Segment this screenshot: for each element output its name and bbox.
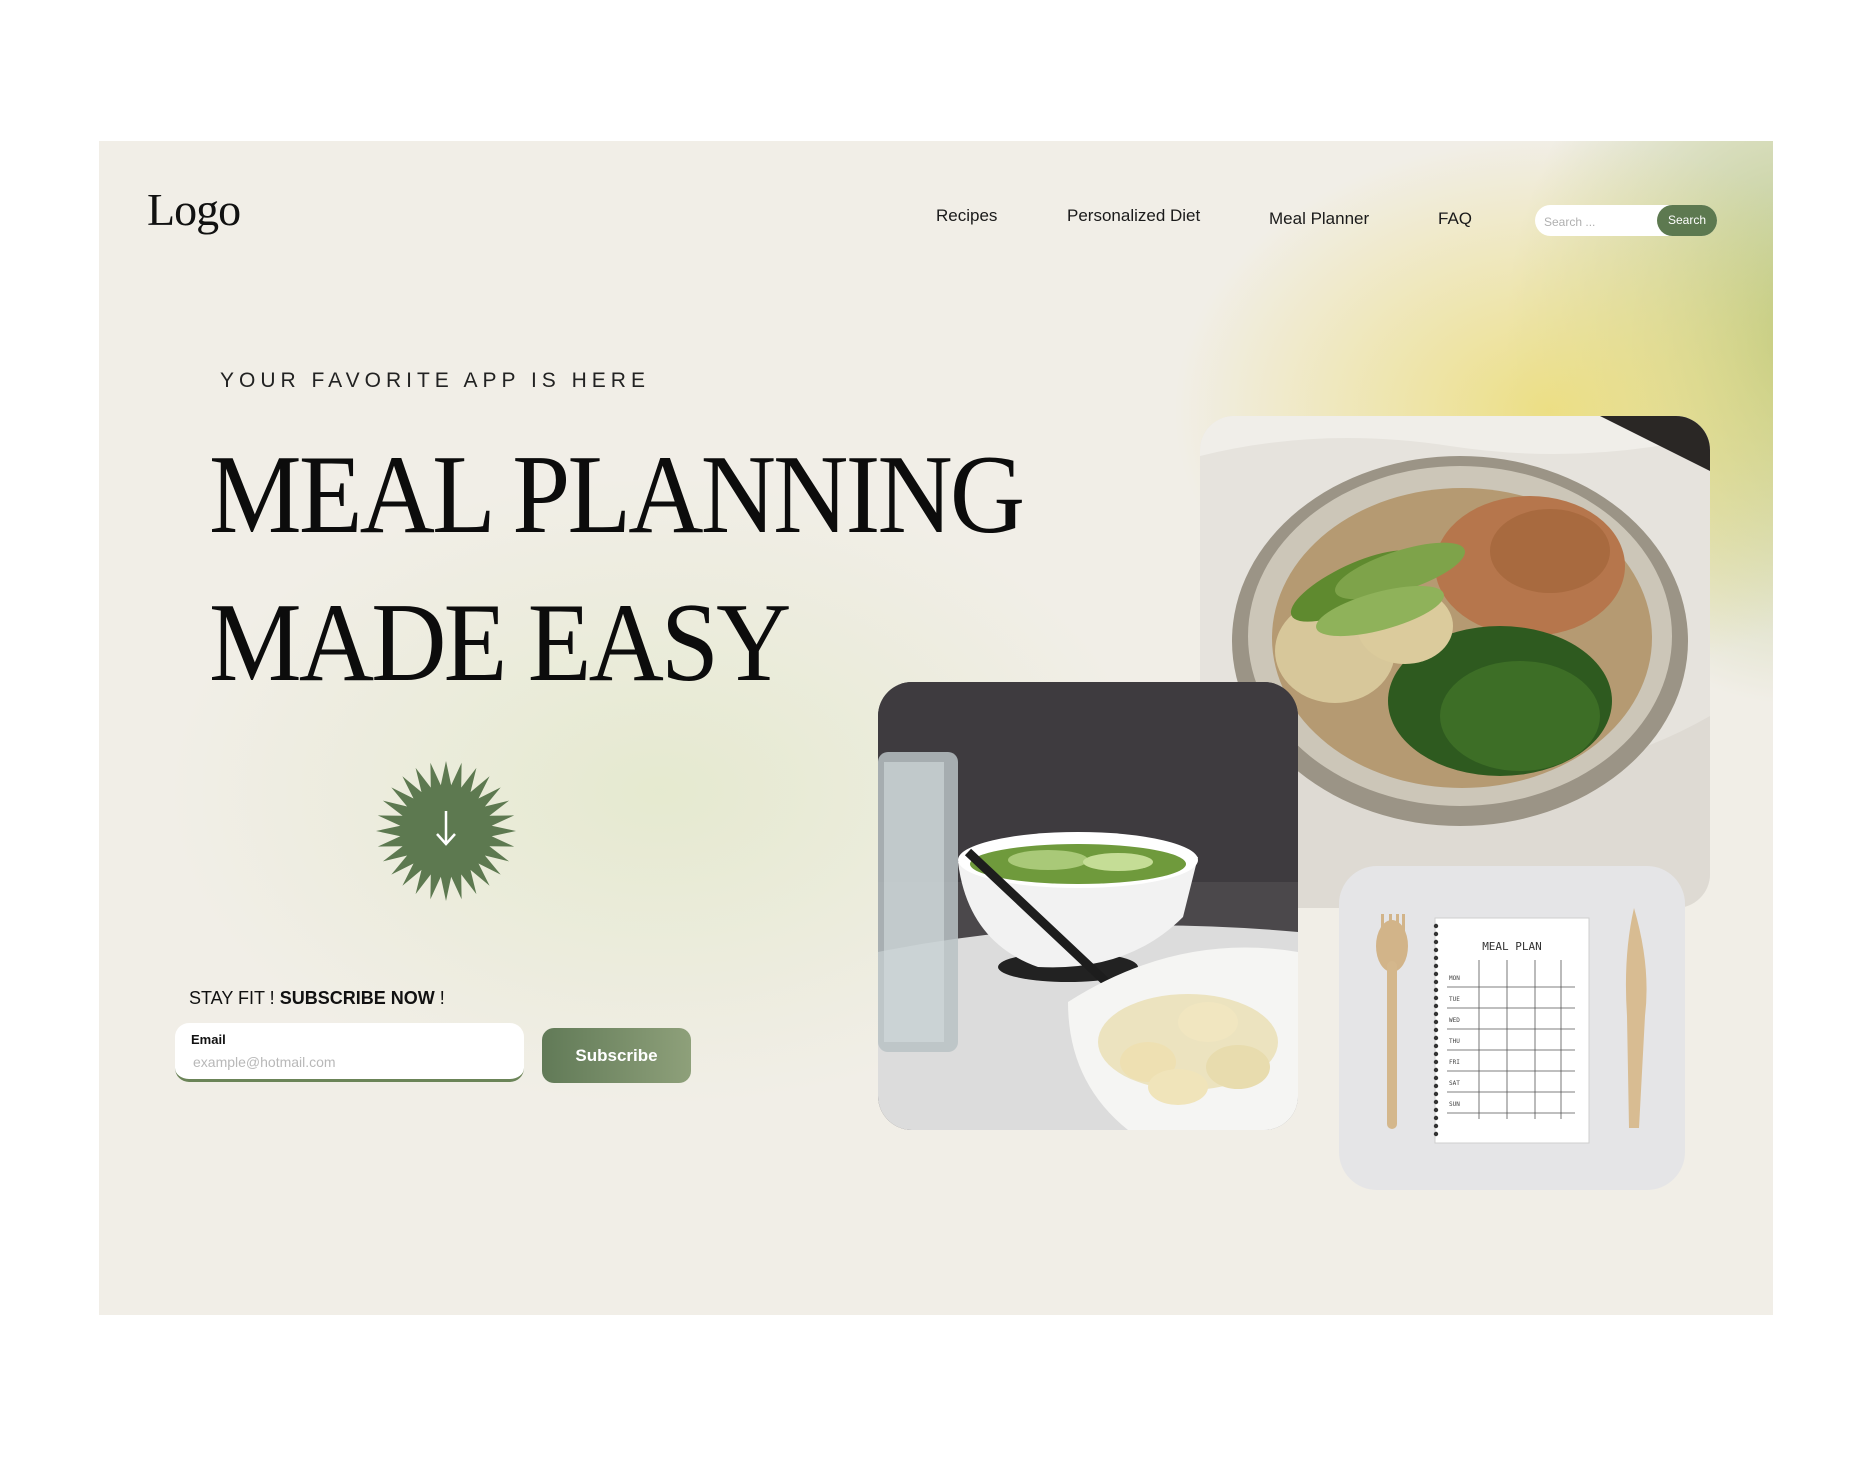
spiral-ring xyxy=(1433,1115,1439,1121)
spiral-ring xyxy=(1433,1091,1439,1097)
nav-faq[interactable]: FAQ xyxy=(1438,209,1472,229)
spiral-ring xyxy=(1433,1011,1439,1017)
search-bar: Search xyxy=(1535,205,1717,236)
spiral-ring xyxy=(1433,1123,1439,1129)
email-field: Email xyxy=(175,1023,524,1082)
subscribe-lead: STAY FIT ! xyxy=(189,988,275,1008)
subscribe-button[interactable]: Subscribe xyxy=(542,1028,691,1083)
spiral-ring xyxy=(1433,939,1439,945)
nav-personalized-diet[interactable]: Personalized Diet xyxy=(1067,206,1200,226)
scroll-down-button[interactable] xyxy=(374,759,518,903)
subscribe-cta-suffix: ! xyxy=(434,988,445,1008)
spiral-ring xyxy=(1433,1051,1439,1057)
subscribe-heading: STAY FIT ! SUBSCRIBE NOW ! xyxy=(189,988,445,1009)
spiral-ring xyxy=(1433,1027,1439,1033)
starburst-icon xyxy=(376,761,516,901)
spiral-ring xyxy=(1433,955,1439,961)
spiral-ring xyxy=(1433,1131,1439,1137)
notepad-day-label: FRI xyxy=(1449,1059,1460,1066)
hero-headline-line-1: MEAL PLANNING xyxy=(209,433,1025,557)
hero-eyebrow: YOUR FAVORITE APP IS HERE xyxy=(220,369,650,392)
spiral-ring xyxy=(1433,1019,1439,1025)
spiral-ring xyxy=(1433,971,1439,977)
spiral-ring xyxy=(1433,1043,1439,1049)
spiral-ring xyxy=(1433,1083,1439,1089)
spiral-ring xyxy=(1433,1099,1439,1105)
spiral-ring xyxy=(1433,1035,1439,1041)
notepad-day-label: TUE xyxy=(1449,996,1460,1003)
spiral-ring xyxy=(1433,995,1439,1001)
nav-recipes[interactable]: Recipes xyxy=(936,206,997,226)
spiral-ring xyxy=(1433,1075,1439,1081)
hero-headline-line-2: MADE EASY xyxy=(209,581,791,705)
spiral-ring xyxy=(1433,931,1439,937)
spiral-ring xyxy=(1433,1059,1439,1065)
spiral-ring xyxy=(1433,1067,1439,1073)
search-button[interactable]: Search xyxy=(1657,205,1717,236)
spiral-ring xyxy=(1433,1003,1439,1009)
notepad-day-label: MON xyxy=(1449,975,1460,982)
notepad-day-label: SUN xyxy=(1449,1101,1460,1108)
spiral-ring xyxy=(1433,987,1439,993)
notepad-day-label: SAT xyxy=(1449,1080,1460,1087)
spiral-ring xyxy=(1433,1107,1439,1113)
subscribe-cta: SUBSCRIBE NOW xyxy=(279,988,435,1008)
nav-meal-planner[interactable]: Meal Planner xyxy=(1269,209,1369,229)
spiral-ring xyxy=(1433,979,1439,985)
search-input[interactable] xyxy=(1542,211,1656,233)
photo-meal-plan-notepad: MEAL PLAN MON TUE WED THU FRI SAT SUN xyxy=(1339,866,1685,1190)
spiral-ring xyxy=(1433,963,1439,969)
notepad-day-label: WED xyxy=(1449,1017,1460,1024)
spiral-ring xyxy=(1433,923,1439,929)
email-input[interactable] xyxy=(191,1051,505,1073)
hero-frame: Logo Recipes Personalized Diet Meal Plan… xyxy=(99,141,1773,1315)
photo-salad-and-bananas xyxy=(878,682,1298,1130)
logo[interactable]: Logo xyxy=(147,183,241,236)
spiral-ring xyxy=(1433,947,1439,953)
notepad-day-label: THU xyxy=(1449,1038,1460,1045)
email-label: Email xyxy=(191,1032,226,1047)
notepad-title: MEAL PLAN xyxy=(1482,940,1542,953)
